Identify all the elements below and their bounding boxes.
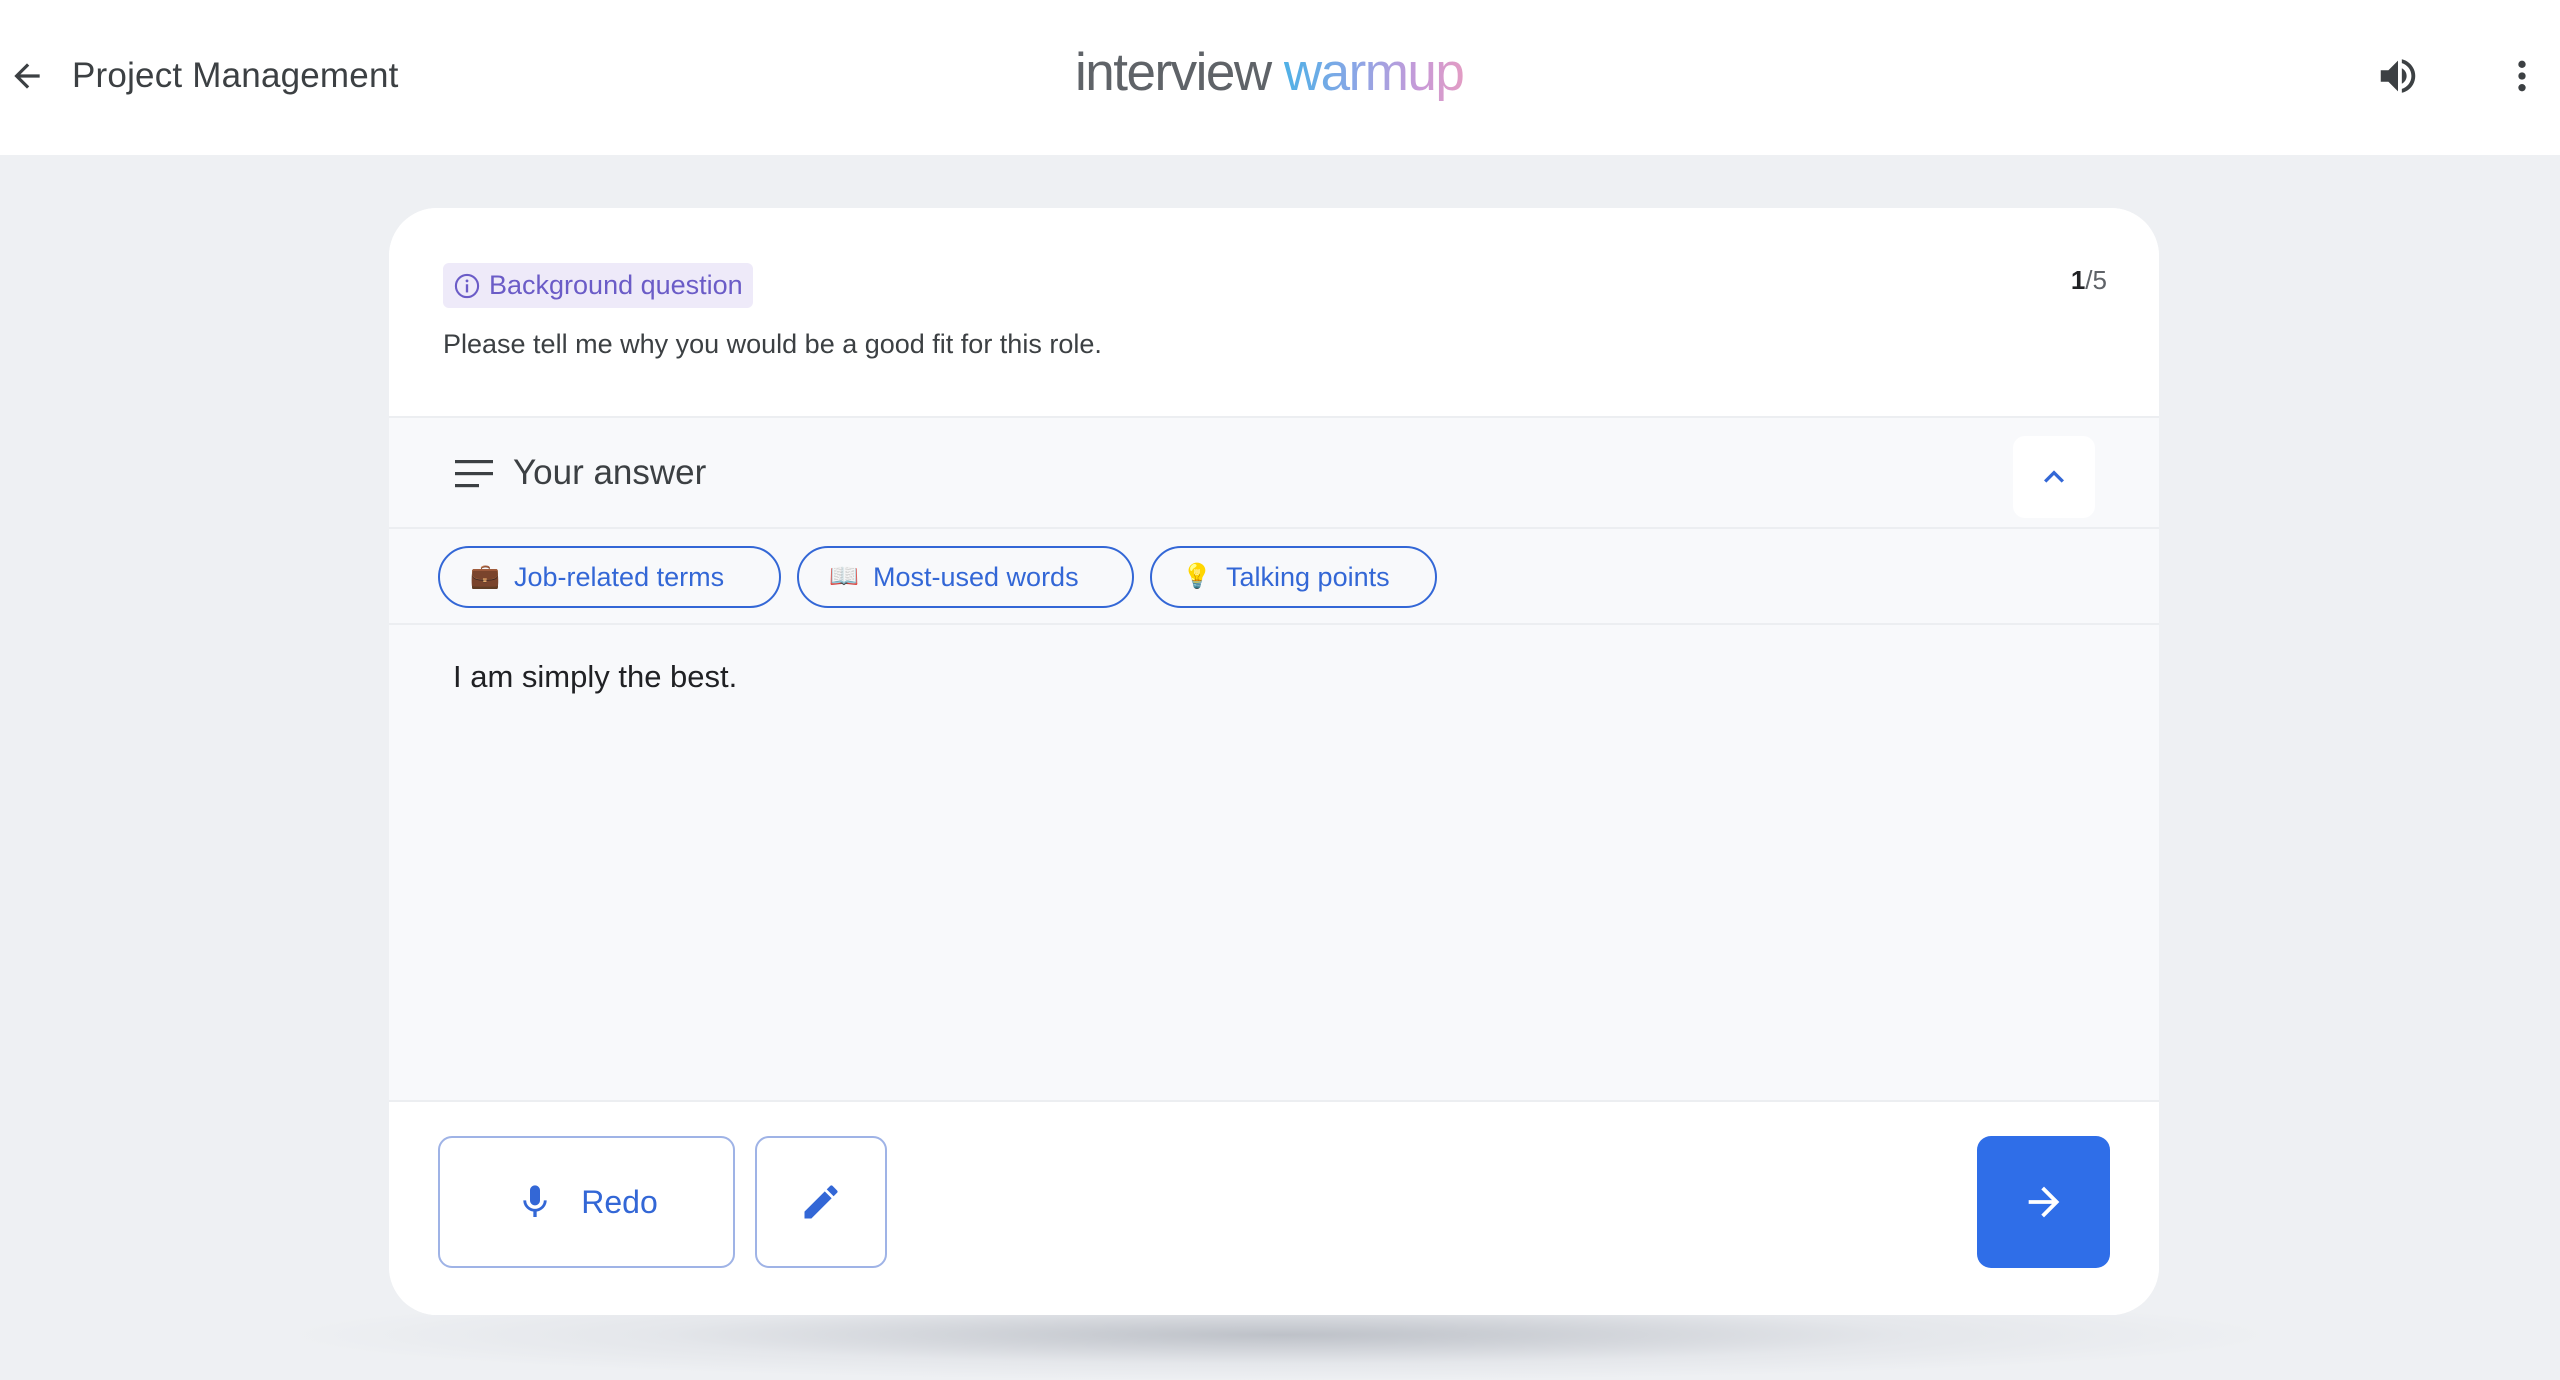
page-title: Project Management (72, 56, 399, 95)
chip-talking-points[interactable]: 💡 Talking points (1150, 546, 1437, 608)
question-category-chip: Background question (443, 263, 753, 308)
answer-transcript: I am simply the best. (453, 659, 738, 694)
question-progress: 1/5 (2071, 260, 2107, 300)
answer-header: Your answer (389, 418, 2159, 529)
book-icon: 📖 (829, 563, 859, 590)
arrow-back-icon (14, 63, 40, 89)
redo-button[interactable]: Redo (438, 1136, 735, 1268)
top-app-bar: Project Management interview warmup (0, 0, 2560, 155)
more-vert-icon (2518, 60, 2526, 92)
chip-most-used-words[interactable]: 📖 Most-used words (797, 546, 1134, 608)
pencil-icon (804, 1185, 838, 1219)
answer-actions: Redo (389, 1100, 2159, 1315)
logo-word-interview: interview (1075, 43, 1272, 102)
sound-button[interactable] (2370, 50, 2426, 102)
progress-separator: / (2085, 265, 2093, 295)
question-section: Background question 1/5 Please tell me w… (389, 208, 2159, 418)
answer-title: Your answer (513, 453, 707, 492)
progress-current: 1 (2070, 265, 2086, 295)
logo-word-warmup: warmup (1283, 43, 1465, 102)
mic-icon (523, 1185, 547, 1217)
notes-icon (455, 460, 493, 488)
briefcase-icon: 💼 (470, 563, 500, 590)
next-question-button[interactable] (1977, 1136, 2110, 1268)
answer-insight-chips: 💼 Job-related terms 📖 Most-used words 💡 … (389, 529, 2159, 625)
progress-total: 5 (2092, 265, 2107, 295)
arrow-forward-icon (2028, 1186, 2059, 1218)
question-text: Please tell me why you would be a good f… (443, 329, 1102, 359)
app-logo: interview warmup (1075, 40, 1465, 106)
chip-label: Talking points (1226, 562, 1390, 592)
chevron-up-icon (2044, 470, 2064, 483)
chip-job-related-terms[interactable]: 💼 Job-related terms (438, 546, 781, 608)
edit-answer-button[interactable] (755, 1136, 887, 1268)
volume-icon (2380, 59, 2416, 93)
chip-label: Most-used words (873, 562, 1079, 592)
redo-label: Redo (581, 1183, 658, 1220)
more-options-button[interactable] (2502, 50, 2542, 102)
collapse-answer-button[interactable] (2013, 436, 2095, 518)
info-icon (454, 273, 480, 298)
lightbulb-icon: 💡 (1182, 563, 1212, 590)
question-card: Background question 1/5 Please tell me w… (389, 208, 2159, 1315)
chip-label: Job-related terms (514, 562, 725, 592)
back-button[interactable] (4, 50, 50, 102)
question-category-label: Background question (489, 270, 743, 300)
